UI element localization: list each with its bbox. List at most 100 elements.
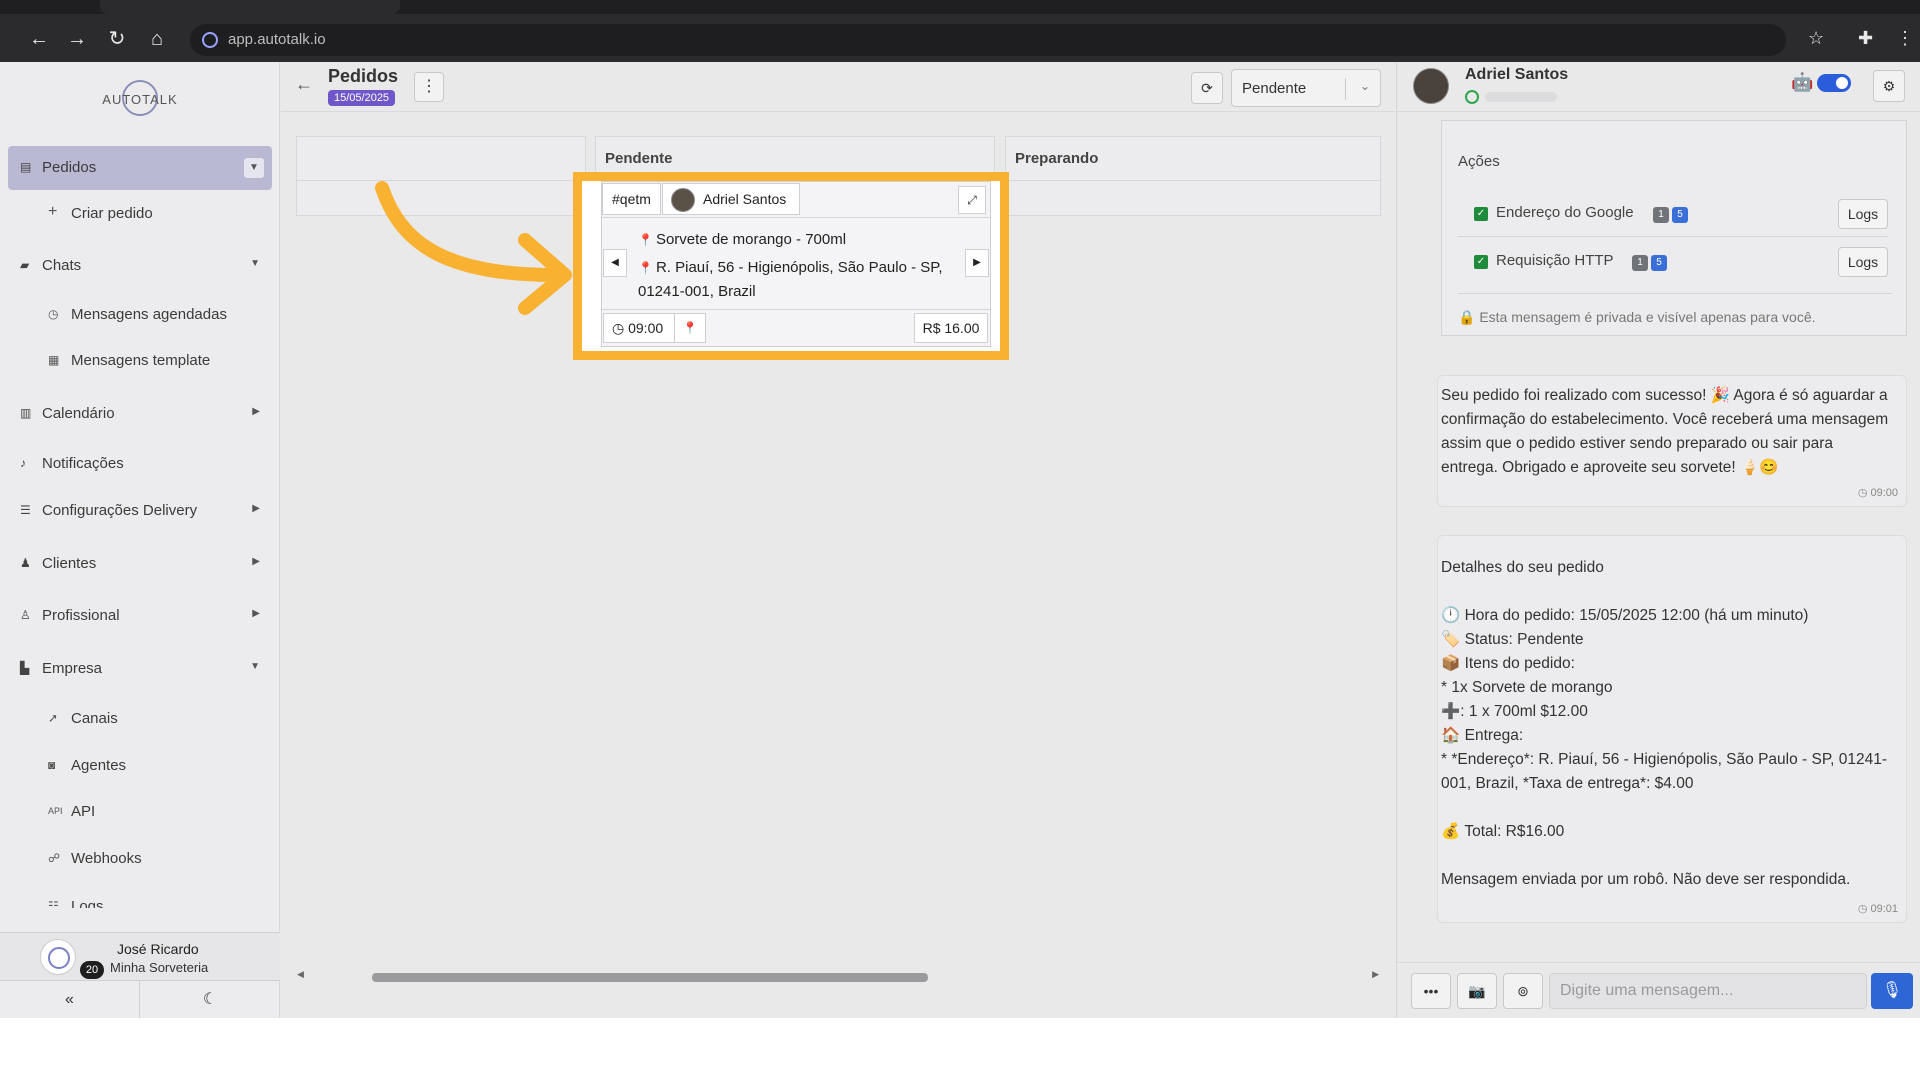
contact-name[interactable]: Adriel Santos xyxy=(1465,66,1568,84)
home-icon[interactable]: ⌂ xyxy=(144,26,170,52)
forward-icon[interactable]: → xyxy=(64,26,90,52)
logs-button[interactable]: Logs xyxy=(1838,247,1888,277)
scroll-right-icon[interactable]: ▶ xyxy=(1372,969,1379,980)
plus-icon: + xyxy=(48,203,58,220)
scroll-left-icon[interactable]: ◀ xyxy=(297,969,304,980)
sidebar-item-mensagens-agendadas[interactable]: ◷ Mensagens agendadas xyxy=(8,296,272,332)
column-title: Pendente xyxy=(605,150,673,167)
collapse-sidebar-icon[interactable]: « xyxy=(0,981,140,1019)
sidebar-item-configuracoes-delivery[interactable]: ☰ Configurações Delivery ▶ xyxy=(8,489,272,533)
actions-card: Ações ✓ Endereço do Google 1 5 Logs ✓ Re… xyxy=(1441,120,1907,336)
users-icon: ♟ xyxy=(20,556,31,570)
order-address-text: R. Piauí, 56 - Higienópolis, São Paulo -… xyxy=(638,259,943,300)
avatar xyxy=(671,188,695,212)
page-title: Pedidos xyxy=(328,66,399,86)
message-input[interactable] xyxy=(1549,973,1867,1009)
calendar-icon: ▥ xyxy=(20,406,32,420)
sidebar-item-calendario[interactable]: ▥ Calendário ▶ xyxy=(8,392,272,436)
extensions-icon[interactable]: ✚ xyxy=(1858,28,1873,49)
order-time-chip: ◷ 09:00 xyxy=(603,313,675,343)
page-bottom-margin xyxy=(0,1018,1920,1080)
sidebar-item-label: Webhooks xyxy=(71,850,142,867)
ice-cream-pin-icon: 📍 xyxy=(638,233,653,247)
count-badge: 1 xyxy=(1632,255,1648,271)
user-card[interactable]: 20 José Ricardo Minha Sorveteria xyxy=(0,932,280,980)
sidebar-item-logs[interactable]: ☷ Logs xyxy=(8,888,272,908)
url-text[interactable]: app.autotalk.io xyxy=(228,31,326,48)
order-time: 09:00 xyxy=(628,320,664,336)
sidebar-item-clientes[interactable]: ♟ Clientes ▶ xyxy=(8,542,272,586)
reload-icon[interactable]: ↻ xyxy=(104,26,130,52)
sidebar-item-empresa[interactable]: ▙ Empresa ▼ xyxy=(8,647,272,691)
sidebar-footer: « ☾ xyxy=(0,980,280,1019)
horizontal-scrollbar[interactable]: ◀ ▶ xyxy=(297,969,1379,982)
date-badge[interactable]: 15/05/2025 xyxy=(328,90,396,106)
order-code-chip[interactable]: #qetm xyxy=(602,183,661,215)
column-header xyxy=(297,137,585,181)
message-time: 09:00 xyxy=(1870,487,1898,499)
browser-tab[interactable] xyxy=(100,0,400,14)
order-address: 📍 R. Piauí, 56 - Higienópolis, São Paulo … xyxy=(638,256,958,303)
camera-icon[interactable]: 📷 xyxy=(1457,973,1497,1009)
next-status-button[interactable]: ▶ xyxy=(965,249,989,277)
chevron-down-icon[interactable]: ▼ xyxy=(244,158,264,178)
chevron-right-icon: ▶ xyxy=(252,503,260,514)
dark-mode-moon-icon[interactable]: ☾ xyxy=(140,981,280,1019)
chevron-down-icon: ▼ xyxy=(250,258,260,269)
status-filter-select[interactable]: Pendente ⌄ xyxy=(1231,69,1381,107)
sidebar-item-profissional[interactable]: ♙ Profissional ▶ xyxy=(8,594,272,638)
order-price: R$ 16.00 xyxy=(914,313,988,343)
sidebar-item-label: Pedidos xyxy=(42,159,97,176)
back-arrow-icon[interactable]: ← xyxy=(295,74,313,95)
avatar[interactable] xyxy=(1413,68,1449,104)
customer-chip[interactable]: Adriel Santos xyxy=(662,183,800,215)
address-bar[interactable]: app.autotalk.io xyxy=(190,24,1786,56)
attachment-icon[interactable]: ⊚ xyxy=(1503,973,1543,1009)
order-card-body: ◀ 📍 Sorvete de morango - 700ml 📍 R. Piauí,… xyxy=(602,219,990,309)
location-pin-icon[interactable]: 📍 xyxy=(674,313,706,343)
message-composer: ••• 📷 ⊚ 🎙 xyxy=(1397,962,1920,1018)
sidebar-item-label: Profissional xyxy=(42,607,120,624)
location-pin-icon: 📍 xyxy=(638,261,653,275)
sidebar-item-chats[interactable]: ▰ Chats ▼ xyxy=(8,244,272,288)
bookmark-star-icon[interactable]: ☆ xyxy=(1808,28,1824,49)
bot-toggle[interactable] xyxy=(1817,74,1851,92)
checkbox-checked-icon[interactable]: ✓ xyxy=(1474,207,1488,221)
building-icon: ▙ xyxy=(20,661,30,675)
more-options-icon[interactable]: ••• xyxy=(1411,973,1451,1009)
scrollbar-thumb[interactable] xyxy=(372,973,928,982)
sidebar-item-agentes[interactable]: ◙ Agentes xyxy=(8,747,272,783)
select-divider xyxy=(1345,78,1346,100)
previous-status-button[interactable]: ◀ xyxy=(603,249,627,277)
api-icon: API xyxy=(48,806,63,816)
sidebar-item-criar-pedido[interactable]: + Criar pedido xyxy=(8,195,272,231)
annotation-arrow-icon xyxy=(375,181,572,315)
refresh-icon[interactable]: ⟳ xyxy=(1191,72,1223,104)
count-badge: 5 xyxy=(1651,255,1667,271)
order-card[interactable]: #qetm Adriel Santos ⤢ ◀ 📍 Sorvete de mora… xyxy=(601,181,991,347)
rocket-icon: ➚ xyxy=(48,711,59,725)
sidebar-item-label: Mensagens template xyxy=(71,352,211,369)
checkbox-checked-icon[interactable]: ✓ xyxy=(1474,255,1488,269)
action-label: Requisição HTTP xyxy=(1496,252,1614,269)
sidebar-item-pedidos[interactable]: ▤ Pedidos ▼ xyxy=(8,146,272,190)
chat-message: Seu pedido foi realizado com sucesso! 🎉 … xyxy=(1437,375,1907,507)
back-icon[interactable]: ← xyxy=(26,26,52,52)
more-options-icon[interactable]: ⋮ xyxy=(414,72,444,102)
chevron-right-icon: ▶ xyxy=(252,406,260,417)
divider xyxy=(1458,293,1892,294)
webhook-icon: ☍ xyxy=(48,851,61,865)
expand-icon[interactable]: ⤢ xyxy=(958,186,986,214)
microphone-icon[interactable]: 🎙 xyxy=(1871,973,1913,1009)
board-header: ← Pedidos 15/05/2025 ⋮ ⟳ Pendente ⌄ xyxy=(281,62,1395,112)
logs-button[interactable]: Logs xyxy=(1838,199,1888,229)
sidebar-item-notificacoes[interactable]: ♪ Notificações xyxy=(8,442,272,486)
actions-title: Ações xyxy=(1458,153,1500,170)
sidebar-item-api[interactable]: API API xyxy=(8,793,272,829)
gear-icon[interactable]: ⚙ xyxy=(1873,70,1905,102)
sidebar-item-canais[interactable]: ➚ Canais xyxy=(8,700,272,736)
contact-phone-placeholder xyxy=(1485,92,1557,102)
browser-menu-icon[interactable]: ⋮ xyxy=(1896,28,1914,49)
sidebar-item-mensagens-template[interactable]: ▦ Mensagens template xyxy=(8,342,272,378)
sidebar-item-webhooks[interactable]: ☍ Webhooks xyxy=(8,840,272,876)
